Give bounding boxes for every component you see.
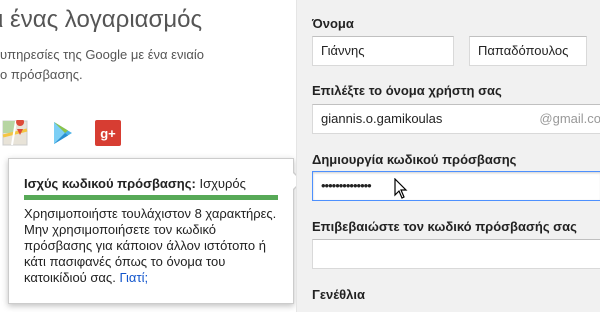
play-store-icon [50, 120, 76, 146]
why-link[interactable]: Γιατί; [119, 270, 148, 285]
svg-text:g+: g+ [100, 126, 116, 141]
confirm-password-label: Επιβεβαιώστε τον κωδικό πρόσβασής σας [312, 219, 577, 234]
last-name-input[interactable]: Παπαδόπουλος [469, 36, 587, 66]
strength-label: Ισχύς κωδικού πρόσβασης: [24, 176, 196, 191]
google-plus-icon: g+ [95, 120, 121, 146]
password-label: Δημιουργία κωδικού πρόσβασης [312, 152, 517, 167]
strength-bar [24, 195, 278, 200]
password-tip: Χρησιμοποιήστε τουλάχιστον 8 χαρακτήρες.… [24, 206, 286, 286]
mouse-cursor-icon [394, 178, 408, 199]
username-label: Επιλέξτε το όνομα χρήστη σας [312, 83, 502, 98]
strength-row: Ισχύς κωδικού πρόσβασης: Ισχυρός [24, 176, 246, 191]
intro-line-1: υπηρεσίες της Google με ένα ενιαίο [0, 47, 204, 62]
gmail-suffix: @gmail.co [539, 111, 600, 126]
strength-value: Ισχυρός [199, 176, 246, 191]
password-strength-tooltip: Ισχύς κωδικού πρόσβασης: Ισχυρός Χρησιμο… [8, 158, 303, 304]
name-label: Όνομα [312, 16, 354, 31]
maps-icon [2, 118, 28, 146]
password-tip-text: Χρησιμοποιήστε τουλάχιστον 8 χαρακτήρες.… [24, 206, 277, 285]
strength-bar-fill [24, 195, 278, 200]
first-name-input[interactable]: Γιάννης [312, 36, 454, 66]
intro-panel: ι ένας λογαριασμός υπηρεσίες της Google … [0, 0, 303, 312]
birthday-label: Γενέθλια [312, 287, 365, 302]
signup-form: Όνομα Γιάννης Παπαδόπουλος Επιλέξτε το ό… [296, 0, 600, 312]
intro-line-2: ο πρόσβασης. [0, 67, 83, 82]
password-input[interactable]: •••••••••••••• [312, 171, 600, 201]
confirm-password-input[interactable] [312, 239, 600, 269]
intro-headline: ι ένας λογαριασμός [0, 6, 203, 33]
username-value: giannis.o.gamikoulas [321, 111, 443, 126]
intro-text: υπηρεσίες της Google με ένα ενιαίο ο πρό… [0, 45, 204, 85]
username-input[interactable]: giannis.o.gamikoulas @gmail.co [312, 104, 600, 134]
